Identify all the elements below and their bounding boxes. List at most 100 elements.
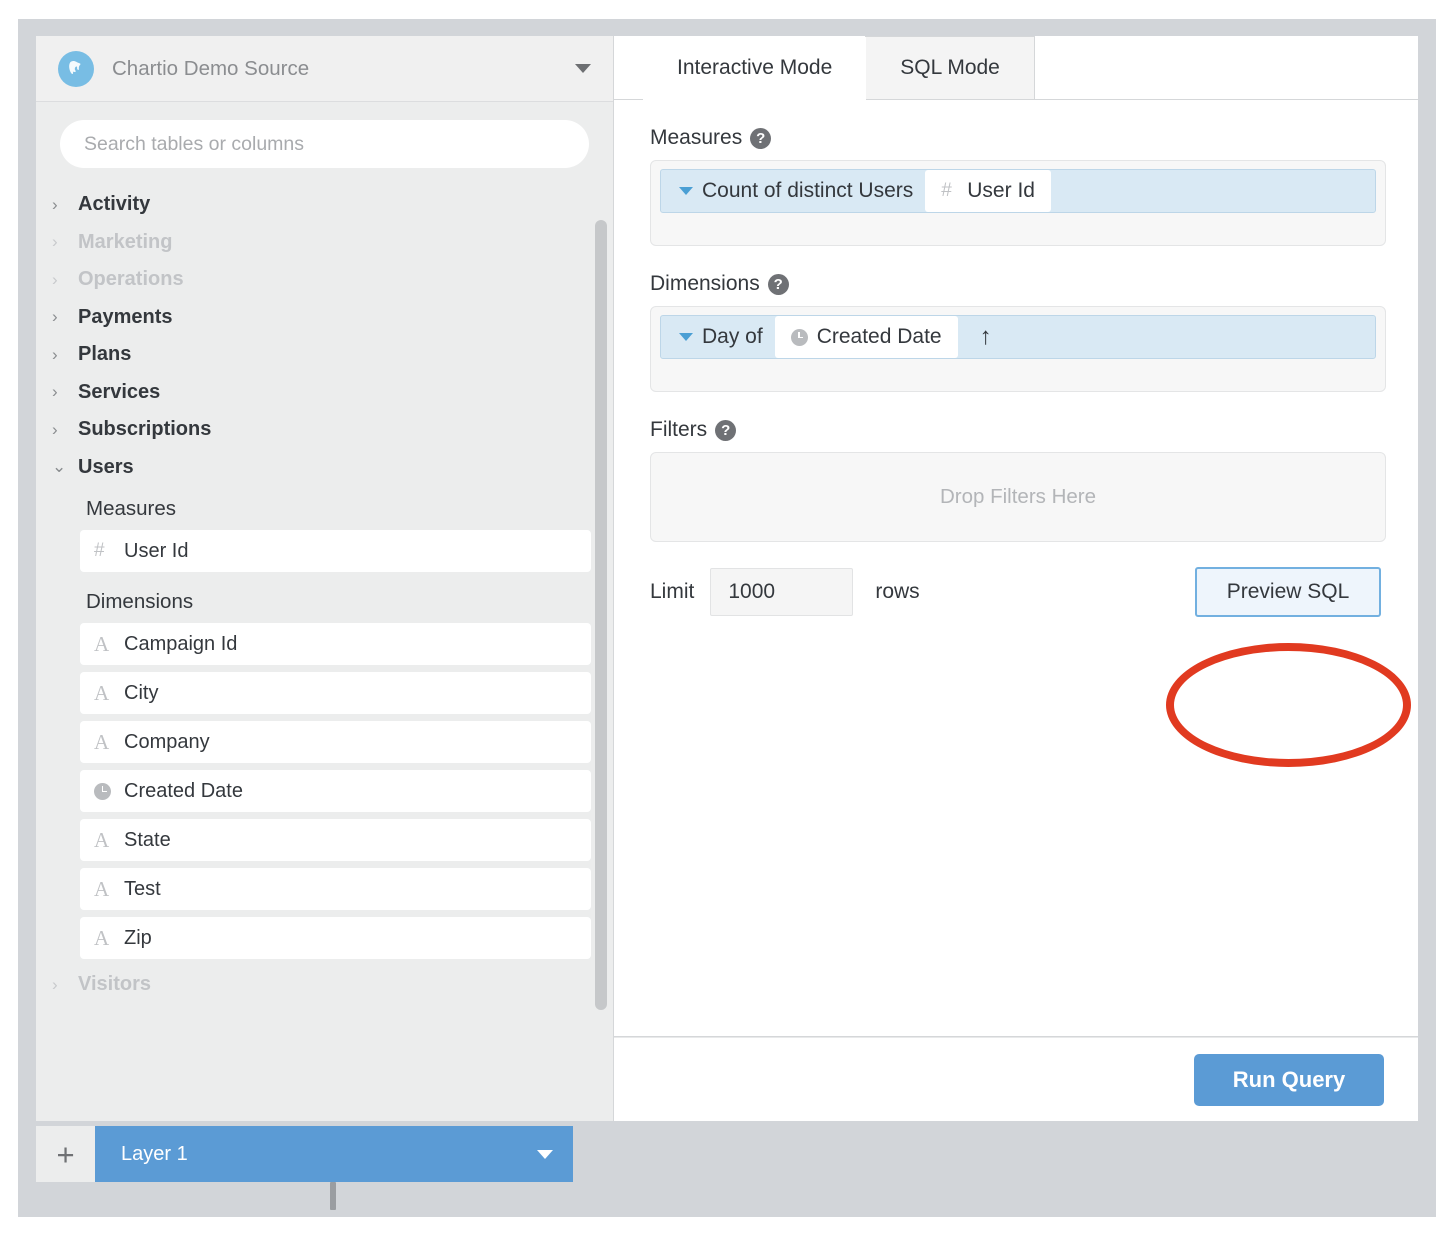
tree-node-users[interactable]: ⌄ Users [36,449,613,487]
tree-node-subscriptions[interactable]: › Subscriptions [36,411,613,449]
dimension-field-chip[interactable]: Created Date [774,316,958,358]
dimension-pill[interactable]: Day of Created Date ↑ [660,315,1376,359]
tree-node-label: Payments [78,305,173,328]
preview-sql-button[interactable]: Preview SQL [1195,567,1381,617]
chevron-right-icon[interactable]: › [52,382,78,402]
data-source-selector[interactable]: Chartio Demo Source [36,36,613,102]
field-city[interactable]: A City [80,672,591,714]
chevron-down-icon[interactable] [537,1149,553,1159]
chevron-right-icon[interactable]: › [52,270,78,290]
tab-label: Interactive Mode [677,56,833,79]
tree-node-visitors[interactable]: › Visitors [36,966,613,1004]
field-created-date[interactable]: Created Date [80,770,591,812]
postgres-elephant-icon [58,50,94,87]
tree-node-label: Visitors [78,973,151,996]
limit-row: Limit rows Preview SQL [650,567,1386,617]
field-campaign-id[interactable]: A Campaign Id [80,623,591,665]
search-container [36,102,613,180]
schema-tree-scrollbar[interactable] [595,180,607,1121]
measures-group-label: Measures [86,497,177,520]
schema-tree: › Activity › Marketing › Operations › Pa… [36,180,613,1004]
text-icon: A [94,925,110,950]
chevron-down-icon[interactable] [679,187,693,195]
chevron-down-icon[interactable]: ⌄ [52,457,78,477]
chevron-right-icon[interactable]: › [52,345,78,365]
query-editor-panel: Interactive Mode SQL Mode Measures ? Cou… [614,36,1418,1121]
measure-aggregation-label: Count of distinct Users [702,179,914,202]
field-label: Campaign Id [124,632,238,655]
chevron-right-icon[interactable]: › [52,195,78,215]
editor-content: Measures ? Count of distinct Users # Use… [614,100,1418,1037]
layer-name-label: Layer 1 [121,1142,188,1165]
clock-icon [790,328,817,346]
schema-browser-panel: Chartio Demo Source › Activity › Marketi… [36,36,614,1121]
field-label: User Id [124,539,189,562]
measure-field-label: User Id [967,179,1035,202]
tree-node-plans[interactable]: › Plans [36,336,613,374]
panel-resize-handle[interactable] [330,1182,336,1210]
limit-label: Limit [650,580,695,603]
text-icon: A [94,876,110,901]
text-icon: A [94,827,110,852]
dimensions-drop-zone[interactable]: Day of Created Date ↑ [650,306,1386,392]
chevron-right-icon[interactable]: › [52,975,78,995]
help-icon[interactable]: ? [715,419,737,441]
query-builder-body: Chartio Demo Source › Activity › Marketi… [36,36,1418,1121]
hash-icon: # [94,540,105,561]
filters-drop-zone[interactable]: Drop Filters Here [650,452,1386,542]
editor-action-bar: Run Query [614,1037,1418,1121]
tree-node-label: Subscriptions [78,418,212,441]
chevron-down-icon[interactable] [679,333,693,341]
help-icon[interactable]: ? [750,127,772,149]
run-query-button[interactable]: Run Query [1194,1053,1384,1106]
text-icon: A [94,680,110,705]
search-input[interactable] [60,120,589,168]
hash-icon: # [941,180,952,201]
measure-field-chip[interactable]: # User Id [925,170,1051,212]
dimensions-group-label: Dimensions [86,590,194,613]
rows-label: rows [875,580,920,603]
scrollbar-thumb[interactable] [595,220,607,1010]
tree-node-marketing[interactable]: › Marketing [36,224,613,262]
measure-pill[interactable]: Count of distinct Users # User Id [660,169,1376,213]
field-label: Test [124,877,161,900]
tree-node-services[interactable]: › Services [36,374,613,412]
tree-node-label: Marketing [78,230,173,253]
field-company[interactable]: A Company [80,721,591,763]
dimensions-section-label: Dimensions ? [650,272,1386,296]
tab-label: SQL Mode [900,56,1000,79]
tab-sql-mode[interactable]: SQL Mode [865,36,1035,99]
field-zip[interactable]: A Zip [80,917,591,959]
field-state[interactable]: A State [80,819,591,861]
filters-drop-hint: Drop Filters Here [939,485,1097,508]
dimension-field-label: Created Date [816,325,942,348]
chevron-right-icon[interactable]: › [52,420,78,440]
schema-tree-scroll-area[interactable]: › Activity › Marketing › Operations › Pa… [36,180,613,1121]
field-label: City [124,681,159,704]
tree-node-label: Activity [78,193,151,216]
chevron-down-icon[interactable] [575,64,591,73]
query-builder-card: Chartio Demo Source › Activity › Marketi… [36,36,1418,1121]
help-icon[interactable]: ? [767,273,789,295]
clock-icon [94,782,124,800]
limit-input[interactable] [710,568,854,616]
editor-mode-tabs: Interactive Mode SQL Mode [614,36,1418,100]
tree-node-operations[interactable]: › Operations [36,261,613,299]
sort-ascending-icon[interactable]: ↑ [980,325,992,349]
chevron-right-icon[interactable]: › [52,307,78,327]
tree-node-activity[interactable]: › Activity [36,186,613,224]
tree-node-payments[interactable]: › Payments [36,299,613,337]
dimension-grouping-label: Day of [702,325,763,348]
measures-drop-zone[interactable]: Count of distinct Users # User Id [650,160,1386,246]
tree-node-label: Users [78,455,134,478]
measures-section-label: Measures ? [650,126,1386,150]
field-test[interactable]: A Test [80,868,591,910]
field-label: Zip [124,926,152,949]
add-layer-button[interactable]: + [36,1126,95,1182]
dimensions-label-text: Dimensions [650,272,760,295]
field-user-id[interactable]: # User Id [80,530,591,572]
layer-tab-layer-1[interactable]: Layer 1 [95,1126,573,1182]
field-label: Created Date [124,779,243,802]
tab-interactive-mode[interactable]: Interactive Mode [643,37,867,100]
chevron-right-icon[interactable]: › [52,232,78,252]
